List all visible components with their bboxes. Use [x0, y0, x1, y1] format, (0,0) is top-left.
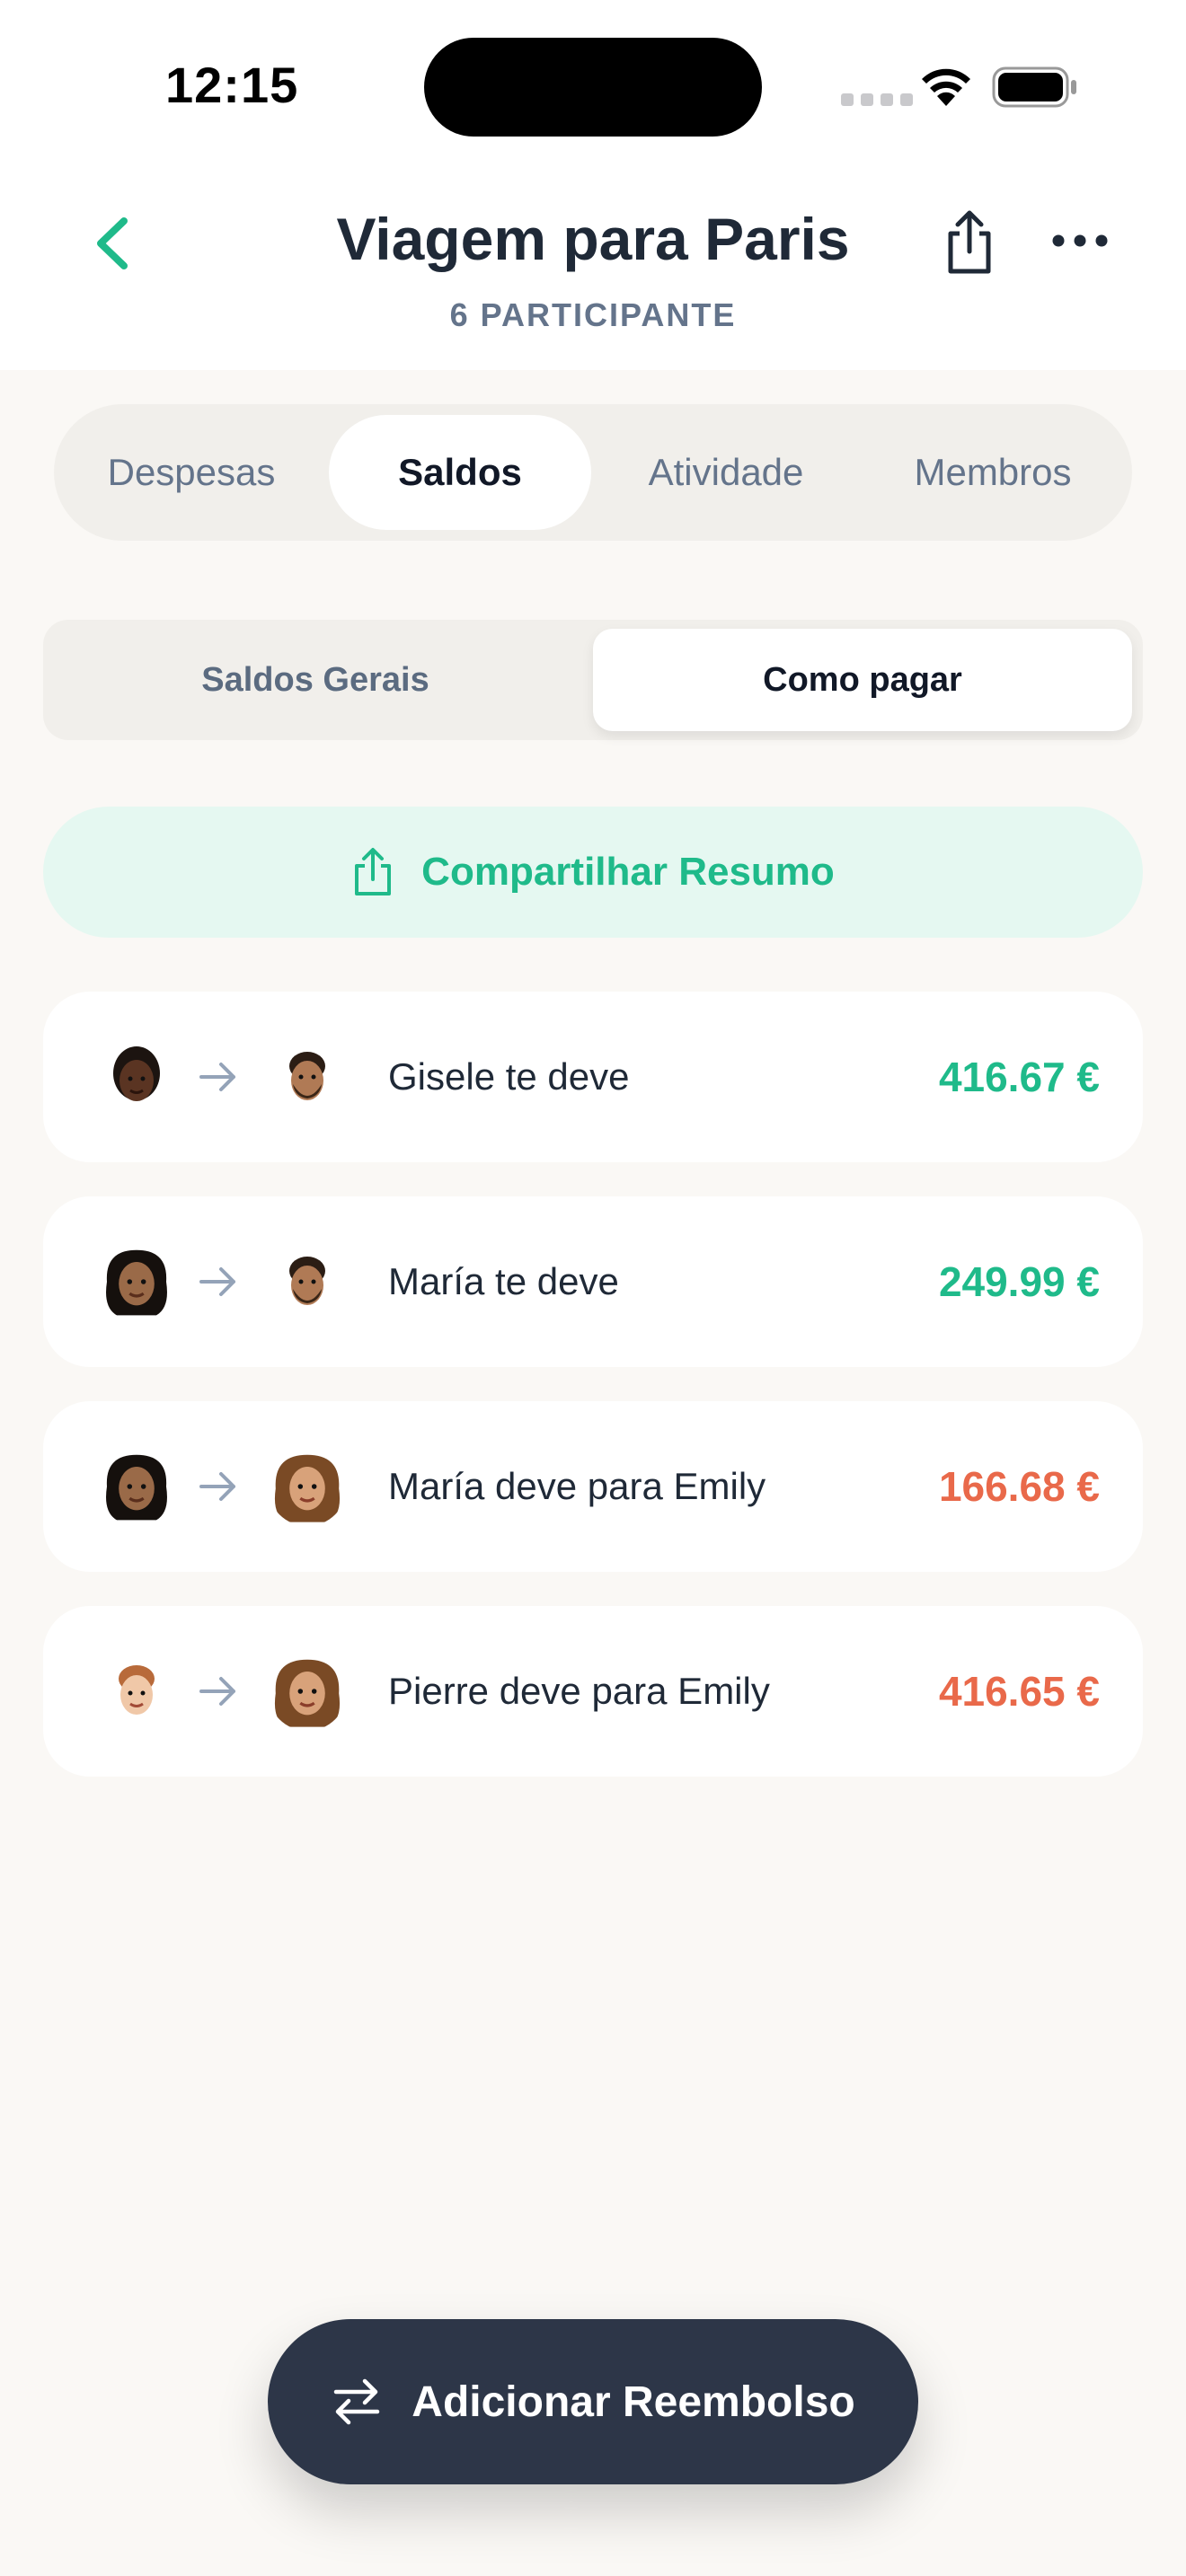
settlement-amount: 416.67 €: [938, 1054, 1100, 1100]
tab-membros[interactable]: Membros: [861, 415, 1125, 530]
avatar-icon: [113, 1046, 160, 1101]
avatar-icon: [274, 1454, 341, 1522]
add-reimbursement-button[interactable]: Adicionar Reembolso: [268, 2319, 918, 2484]
settlement-amount: 416.65 €: [938, 1668, 1100, 1715]
share-summary-label: Compartilhar Resumo: [421, 850, 835, 894]
battery-icon: [992, 66, 1076, 108]
settlement-label: Gisele te deve: [388, 1055, 630, 1098]
cellular-signal-icon: [841, 93, 913, 106]
settlement-amount: 166.68 €: [938, 1463, 1100, 1510]
avatar-icon: [106, 1454, 167, 1521]
add-reimbursement-label: Adicionar Reembolso: [412, 2378, 855, 2426]
settlement-amount: 249.99 €: [938, 1258, 1100, 1305]
share-summary-button[interactable]: Compartilhar Resumo: [43, 807, 1143, 938]
swap-arrows-icon: [334, 2378, 380, 2425]
wifi-icon: [922, 68, 970, 106]
tab-saldos[interactable]: Saldos: [329, 415, 591, 530]
more-icon[interactable]: [1048, 223, 1112, 259]
arrow-right-icon: [199, 1063, 235, 1091]
settlement-row[interactable]: María te deve 249.99 €: [43, 1196, 1143, 1367]
settlement-row[interactable]: María deve para Emily 166.68 €: [43, 1401, 1143, 1572]
avatar-icon: [274, 1659, 341, 1727]
status-time: 12:15: [165, 57, 299, 113]
balance-subtabs: Saldos Gerais Como pagar: [43, 620, 1143, 740]
avatar-icon: [119, 1665, 155, 1715]
arrow-right-icon: [199, 1267, 235, 1296]
header-area: 12:15 Viagem para Paris 6 PARTICIPANTE: [0, 0, 1186, 370]
settlement-label: María deve para Emily: [388, 1465, 766, 1507]
tab-despesas[interactable]: Despesas: [61, 415, 322, 530]
avatar-icon: [106, 1249, 167, 1316]
share-icon: [355, 848, 392, 895]
dynamic-island: [424, 38, 762, 137]
share-icon[interactable]: [940, 208, 999, 277]
main-tabs: Despesas Saldos Atividade Membros: [54, 404, 1132, 541]
subtab-saldos-gerais[interactable]: Saldos Gerais: [52, 629, 579, 731]
page-title: Viagem para Paris: [336, 206, 850, 272]
settlement-label: Pierre deve para Emily: [388, 1670, 770, 1712]
subtab-como-pagar[interactable]: Como pagar: [593, 629, 1132, 731]
avatar-icon: [289, 1052, 325, 1100]
arrow-right-icon: [199, 1677, 235, 1706]
tab-atividade[interactable]: Atividade: [595, 415, 857, 530]
arrow-right-icon: [199, 1472, 235, 1501]
avatar-icon: [289, 1257, 325, 1305]
participant-count: 6 PARTICIPANTE: [449, 296, 737, 333]
settlement-row[interactable]: Pierre deve para Emily 416.65 €: [43, 1606, 1143, 1777]
settlement-row[interactable]: Gisele te deve 416.67 €: [43, 992, 1143, 1162]
settlement-label: María te deve: [388, 1260, 619, 1302]
